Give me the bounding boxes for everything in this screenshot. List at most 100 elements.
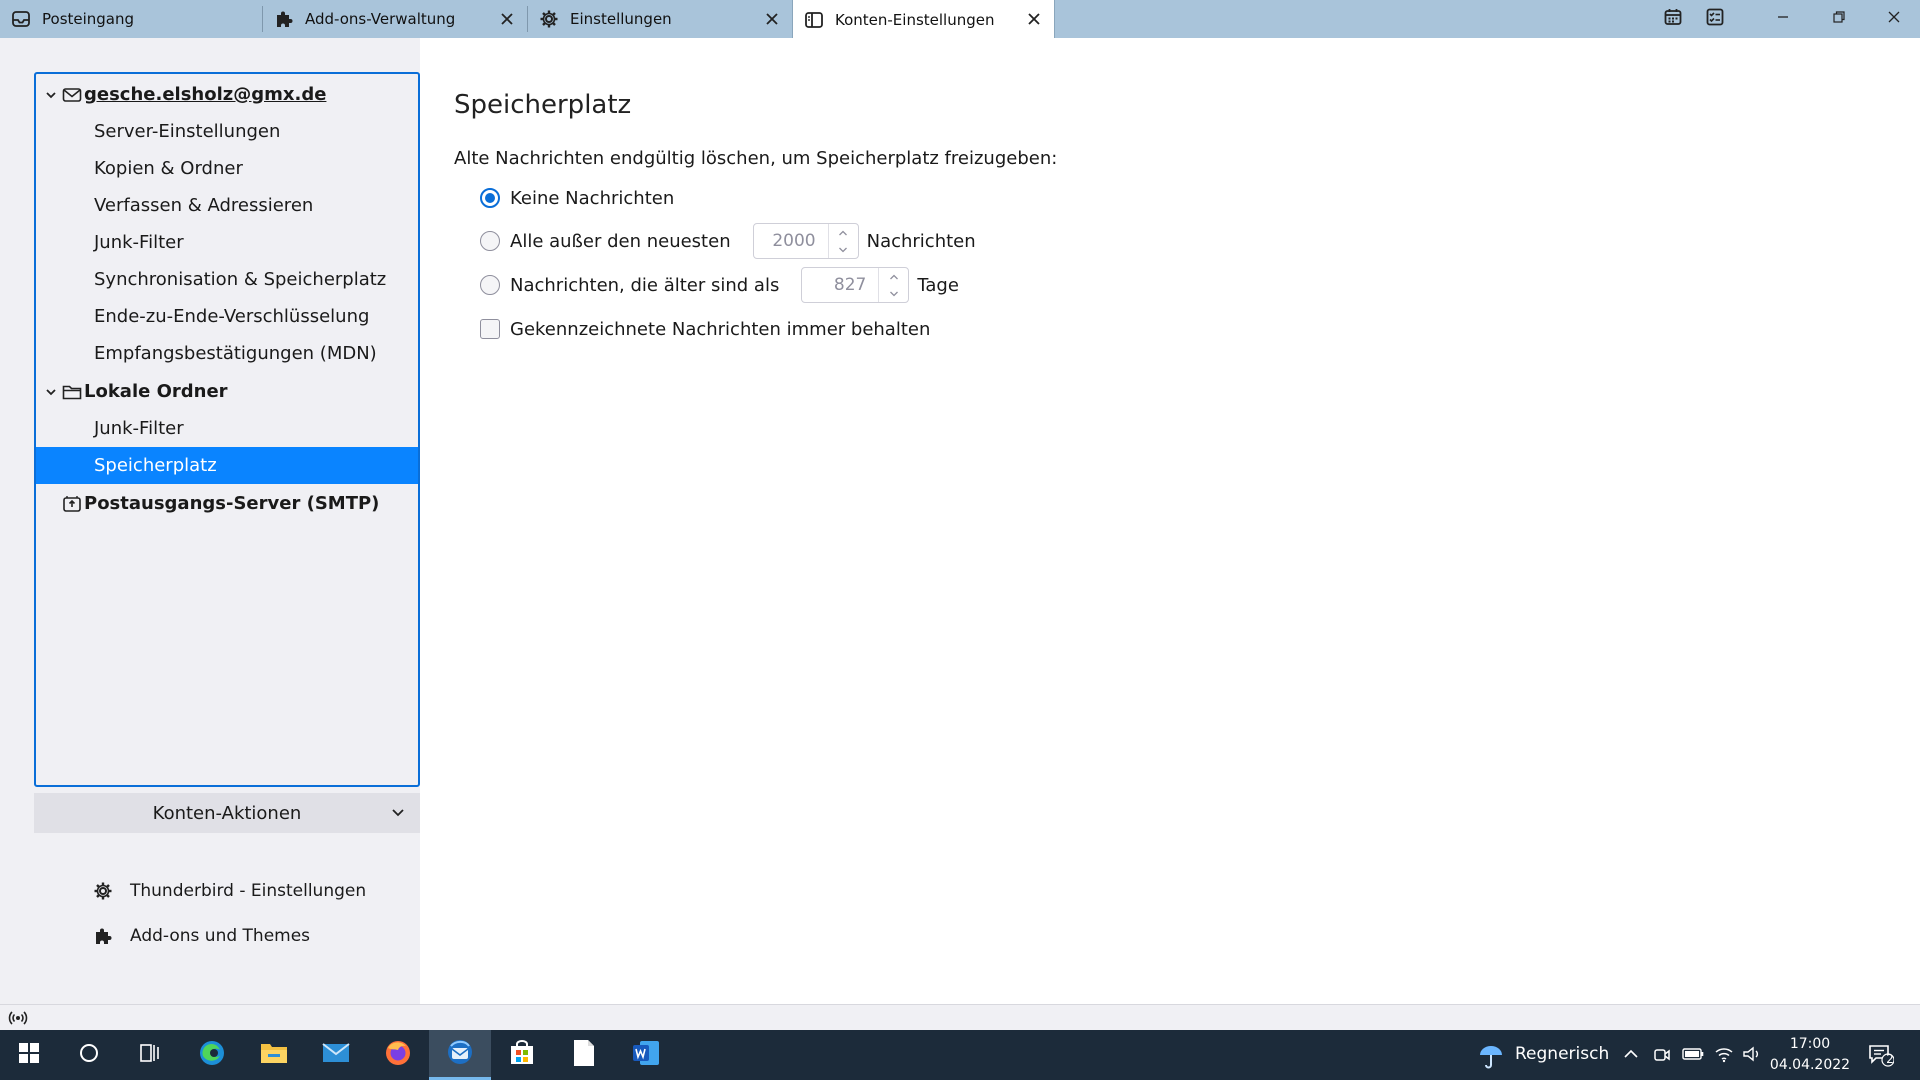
- radio-keep-all[interactable]: [480, 188, 500, 208]
- tab-inbox[interactable]: Posteingang: [0, 0, 262, 38]
- calendar-button[interactable]: [1651, 0, 1695, 38]
- tree-account-gmx[interactable]: gesche.elsholz@gmx.de: [36, 76, 418, 113]
- tree-item-local-storage[interactable]: Speicherplatz: [36, 447, 418, 484]
- close-icon: [1887, 10, 1901, 28]
- tab-label: Add-ons-Verwaltung: [305, 10, 456, 28]
- weather-text[interactable]: Regnerisch: [1515, 1044, 1609, 1064]
- option-keep-all[interactable]: Keine Nachrichten: [480, 181, 674, 215]
- taskbar-store[interactable]: [491, 1030, 553, 1080]
- windows-logo-icon: [18, 1042, 40, 1068]
- taskbar-word[interactable]: [615, 1030, 677, 1080]
- minimize-icon: [1776, 10, 1790, 28]
- close-icon[interactable]: [497, 9, 517, 29]
- option-label: Nachrichten, die älter sind als: [510, 274, 780, 296]
- clock-time: 17:00: [1789, 1036, 1831, 1052]
- tree-item-composition[interactable]: Verfassen & Adressieren: [36, 187, 418, 224]
- chevron-down-icon[interactable]: [44, 385, 58, 399]
- account-actions-label: Konten-Aktionen: [152, 802, 302, 824]
- option-suffix: Tage: [917, 274, 959, 296]
- taskbar-edge[interactable]: [181, 1030, 243, 1080]
- option-keep-flagged[interactable]: Gekennzeichnete Nachrichten immer behalt…: [480, 312, 930, 346]
- option-label: Alle außer den neuesten: [510, 230, 731, 252]
- stepper-value[interactable]: 827: [802, 275, 878, 295]
- tree-item-e2e-encryption[interactable]: Ende-zu-Ende-Verschlüsselung: [36, 298, 418, 335]
- tree-item-receipts[interactable]: Empfangsbestätigungen (MDN): [36, 335, 418, 372]
- chevron-down-icon[interactable]: [829, 241, 858, 258]
- option-label: Keine Nachrichten: [510, 187, 675, 209]
- tree-label: gesche.elsholz@gmx.de: [84, 84, 327, 105]
- edge-icon: [197, 1038, 227, 1072]
- gear-icon: [538, 8, 560, 30]
- close-icon[interactable]: [1024, 9, 1044, 29]
- link-label: Thunderbird - Einstellungen: [130, 881, 367, 901]
- inbox-icon: [10, 8, 32, 30]
- minimize-button[interactable]: [1755, 0, 1811, 38]
- close-window-button[interactable]: [1867, 0, 1920, 38]
- addons-themes-link[interactable]: Add-ons und Themes: [92, 921, 310, 951]
- account-actions-button[interactable]: Konten-Aktionen: [34, 793, 420, 833]
- weather-icon[interactable]: [1476, 1041, 1506, 1073]
- chevron-down-icon[interactable]: [44, 88, 58, 102]
- tree-item-local-junk-filter[interactable]: Junk-Filter: [36, 410, 418, 447]
- tree-smtp[interactable]: Postausgangs-Server (SMTP): [36, 485, 418, 522]
- tree-item-junk-filter[interactable]: Junk-Filter: [36, 224, 418, 261]
- status-bar: [0, 1004, 1920, 1030]
- close-icon[interactable]: [762, 9, 782, 29]
- calendar-icon: [1663, 7, 1683, 31]
- taskbar-notepad[interactable]: [553, 1030, 615, 1080]
- option-older-than[interactable]: Nachrichten, die älter sind als 827 Tage: [480, 267, 959, 303]
- online-status-icon[interactable]: [8, 1008, 28, 1028]
- tree-label: Postausgangs-Server (SMTP): [84, 493, 380, 514]
- wifi-icon[interactable]: [1714, 1045, 1734, 1067]
- folder-icon: [259, 1040, 289, 1070]
- radio-keep-newest[interactable]: [480, 231, 500, 251]
- tab-label: Posteingang: [42, 10, 135, 28]
- tasks-button[interactable]: [1693, 0, 1737, 38]
- account-tree[interactable]: gesche.elsholz@gmx.de Server-Einstellung…: [34, 72, 420, 787]
- tree-label: Verfassen & Adressieren: [94, 195, 314, 216]
- option-keep-newest[interactable]: Alle außer den neuesten 2000 Nachrichten: [480, 223, 976, 259]
- keep-newest-stepper[interactable]: 2000: [752, 223, 859, 259]
- tree-label: Lokale Ordner: [84, 381, 228, 402]
- puzzle-icon: [273, 8, 295, 30]
- meet-now-icon[interactable]: [1653, 1046, 1671, 1068]
- taskbar-firefox[interactable]: [367, 1030, 429, 1080]
- tab-bar: Posteingang Add-ons-Verwaltung Einstellu…: [0, 0, 1920, 39]
- account-settings-icon: [803, 9, 825, 31]
- tree-label: Ende-zu-Ende-Verschlüsselung: [94, 306, 370, 327]
- chevron-up-icon[interactable]: [829, 224, 858, 241]
- older-than-stepper[interactable]: 827: [801, 267, 910, 303]
- tab-addons[interactable]: Add-ons-Verwaltung: [263, 0, 527, 38]
- radio-older-than[interactable]: [480, 275, 500, 295]
- option-suffix: Nachrichten: [866, 230, 976, 252]
- tree-item-sync-storage[interactable]: Synchronisation & Speicherplatz: [36, 261, 418, 298]
- restore-icon: [1832, 10, 1846, 28]
- start-button[interactable]: [0, 1030, 58, 1080]
- chevron-up-icon[interactable]: [879, 268, 908, 285]
- chevron-up-icon[interactable]: [1623, 1047, 1639, 1065]
- tree-item-server-settings[interactable]: Server-Einstellungen: [36, 113, 418, 150]
- tree-local-folders[interactable]: Lokale Ordner: [36, 373, 418, 410]
- checkbox-keep-flagged[interactable]: [480, 319, 500, 339]
- restore-button[interactable]: [1811, 0, 1867, 38]
- tab-account-settings[interactable]: Konten-Einstellungen: [792, 0, 1055, 39]
- page-title: Speicherplatz: [454, 90, 632, 120]
- document-icon: [571, 1038, 597, 1072]
- mail-icon: [62, 85, 82, 105]
- system-clock[interactable]: 17:00 04.04.2022: [1760, 1034, 1860, 1076]
- thunderbird-settings-link[interactable]: Thunderbird - Einstellungen: [92, 876, 366, 906]
- volume-icon[interactable]: [1742, 1045, 1762, 1067]
- search-button[interactable]: [58, 1030, 120, 1080]
- tree-item-copies-folders[interactable]: Kopien & Ordner: [36, 150, 418, 187]
- task-view-button[interactable]: [119, 1030, 181, 1080]
- stepper-value[interactable]: 2000: [754, 231, 828, 251]
- option-label: Gekennzeichnete Nachrichten immer behalt…: [510, 318, 931, 340]
- taskbar-mail[interactable]: [305, 1030, 367, 1080]
- battery-icon[interactable]: [1682, 1047, 1704, 1065]
- taskbar-thunderbird[interactable]: [429, 1030, 491, 1080]
- chevron-down-icon[interactable]: [879, 285, 908, 302]
- tab-settings[interactable]: Einstellungen: [528, 0, 792, 38]
- sidebar: gesche.elsholz@gmx.de Server-Einstellung…: [0, 38, 420, 1004]
- taskbar-explorer[interactable]: [243, 1030, 305, 1080]
- tree-label: Empfangsbestätigungen (MDN): [94, 343, 377, 364]
